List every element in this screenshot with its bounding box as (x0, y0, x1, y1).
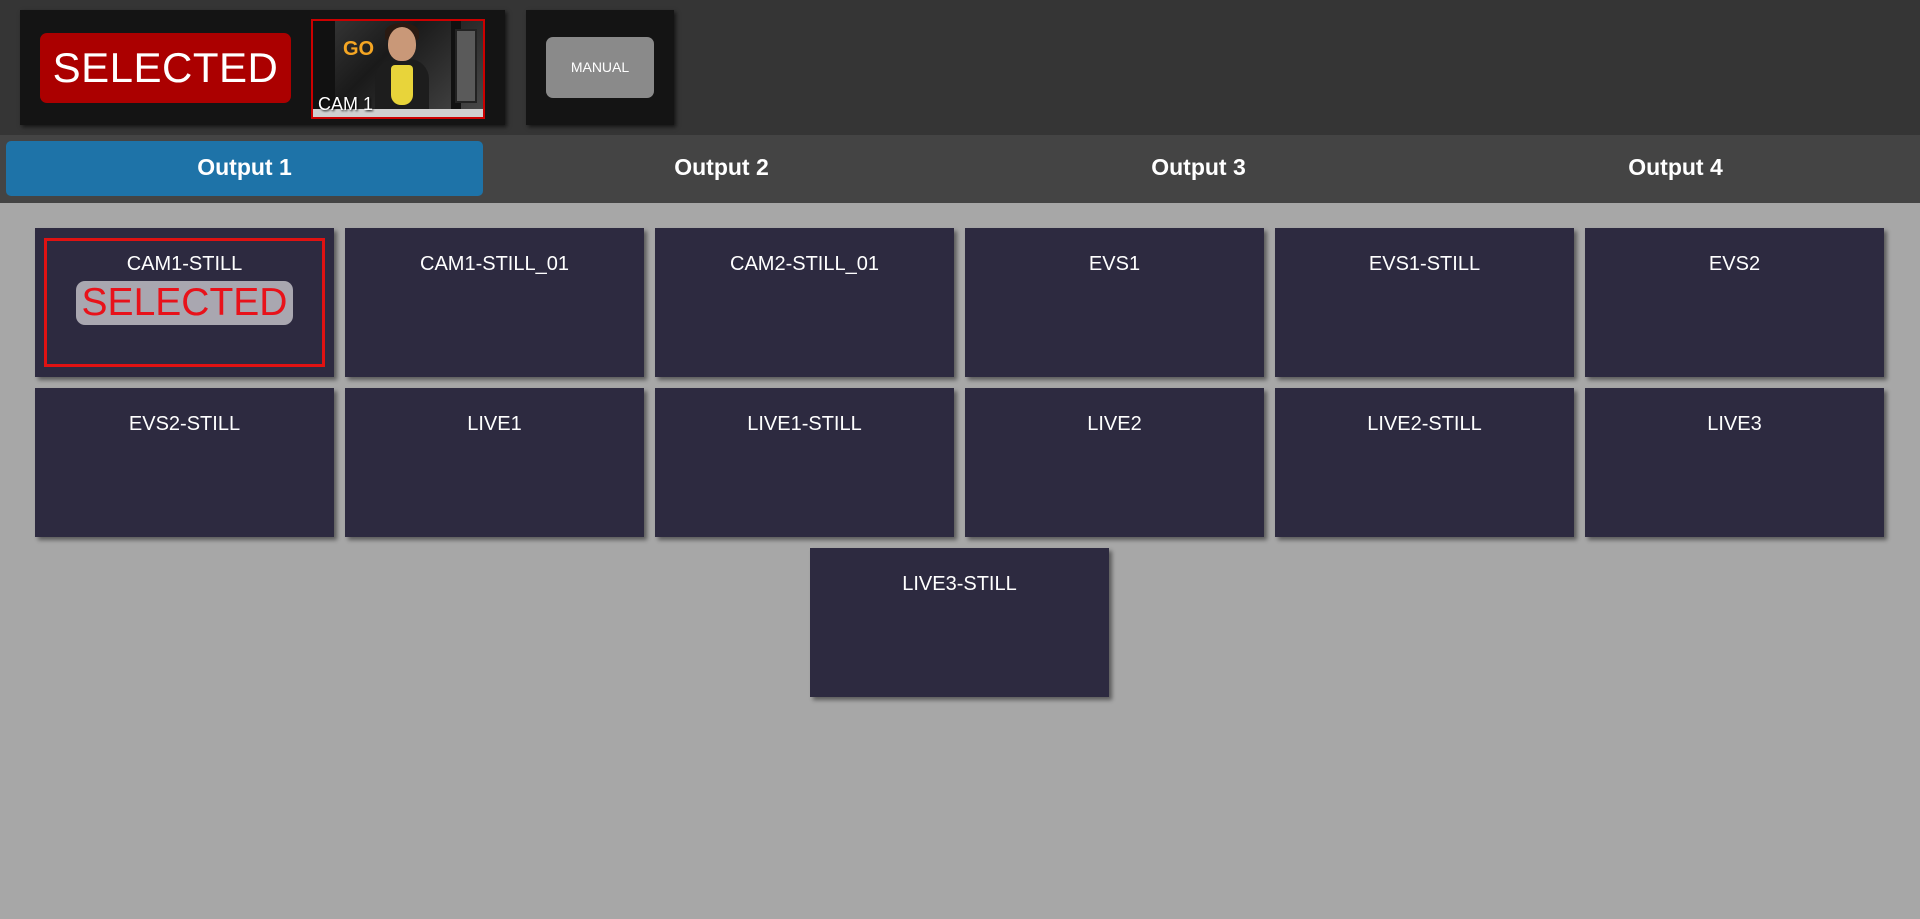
source-tile-live2-still[interactable]: LIVE2-STILL (1275, 388, 1574, 537)
tab-output-3[interactable]: Output 3 (960, 141, 1437, 196)
source-tile-cam1-still-01[interactable]: CAM1-STILL_01 (345, 228, 644, 377)
source-tile-evs1-still[interactable]: EVS1-STILL (1275, 228, 1574, 377)
source-label: LIVE2-STILL (1367, 413, 1482, 435)
source-label: CAM2-STILL_01 (730, 253, 879, 275)
source-label: LIVE3 (1707, 413, 1762, 435)
source-tile-cam2-still-01[interactable]: CAM2-STILL_01 (655, 228, 954, 377)
source-label: CAM1-STILL (126, 253, 243, 275)
preview-logo: GO (343, 38, 375, 60)
tile-selected-badge: SELECTED (76, 281, 293, 325)
preview-camera-label: CAM 1 (318, 94, 374, 114)
source-tile-live1[interactable]: LIVE1 (345, 388, 644, 537)
source-tile-live3-still[interactable]: LIVE3-STILL (810, 548, 1109, 697)
camera-preview-thumbnail[interactable]: GO CAM 1 (311, 19, 485, 119)
source-tile-live2[interactable]: LIVE2 (965, 388, 1264, 537)
selected-status-panel: SELECTED GO CAM 1 (20, 10, 505, 125)
source-label: LIVE1-STILL (747, 413, 862, 435)
source-label: LIVE2 (1087, 413, 1142, 435)
source-label: EVS2 (1708, 253, 1761, 275)
source-label: LIVE1 (467, 413, 522, 435)
tab-output-4[interactable]: Output 4 (1437, 141, 1914, 196)
tab-output-2[interactable]: Output 2 (483, 141, 960, 196)
source-tile-cam1-still[interactable]: CAM1-STILL SELECTED (35, 228, 334, 377)
presenter-head (388, 27, 416, 61)
manual-panel: MANUAL (526, 10, 674, 125)
source-tile-evs2-still[interactable]: EVS2-STILL (35, 388, 334, 537)
tab-output-1[interactable]: Output 1 (6, 141, 483, 196)
source-tile-evs1[interactable]: EVS1 (965, 228, 1264, 377)
source-label: LIVE3-STILL (902, 573, 1017, 595)
source-label: EVS2-STILL (128, 413, 241, 435)
source-tile-live1-still[interactable]: LIVE1-STILL (655, 388, 954, 537)
top-bar: SELECTED GO CAM 1 MANUAL (0, 0, 1920, 135)
preview-backdrop-window (455, 29, 477, 103)
source-label: CAM1-STILL_01 (420, 253, 569, 275)
selected-badge: SELECTED (40, 33, 291, 103)
source-label: EVS1-STILL (1368, 253, 1481, 275)
manual-button[interactable]: MANUAL (546, 37, 654, 98)
output-tab-bar: Output 1 Output 2 Output 3 Output 4 (0, 135, 1920, 203)
source-tile-live3[interactable]: LIVE3 (1585, 388, 1884, 537)
source-label: EVS1 (1088, 253, 1141, 275)
presenter-shirt (391, 65, 413, 105)
source-tile-evs2[interactable]: EVS2 (1585, 228, 1884, 377)
